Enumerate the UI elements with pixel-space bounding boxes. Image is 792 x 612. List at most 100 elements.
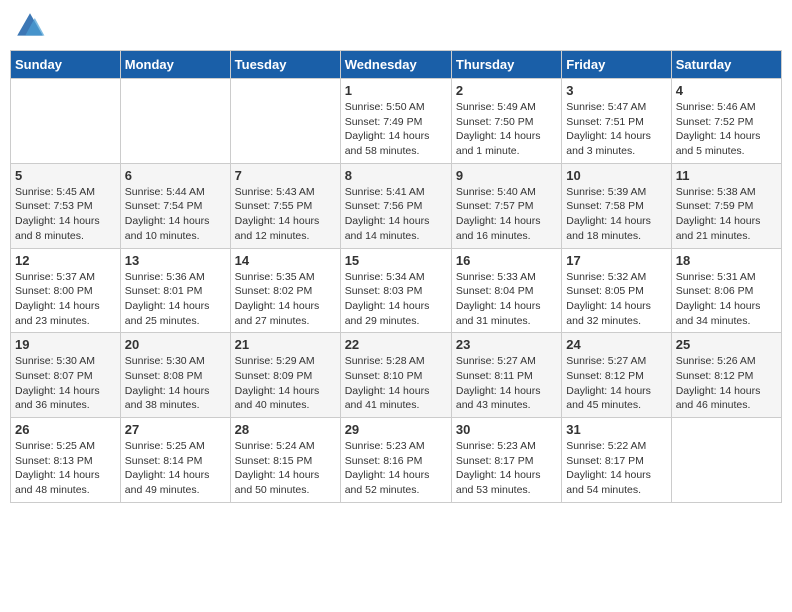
day-info: Sunrise: 5:29 AM Sunset: 8:09 PM Dayligh… [235,354,336,413]
calendar-cell: 2Sunrise: 5:49 AM Sunset: 7:50 PM Daylig… [451,79,561,164]
day-info: Sunrise: 5:27 AM Sunset: 8:12 PM Dayligh… [566,354,666,413]
calendar-cell: 21 Sunrise: 5:29 AM Sunset: 8:09 PM Dayli… [230,333,340,418]
day-number: 3 [566,83,666,98]
day-info: Sunrise: 5:36 AM Sunset: 8:01 PM Dayligh… [125,270,226,329]
day-info: Sunrise: 5:23 AM Sunset: 8:17 PM Dayligh… [456,439,557,498]
day-number: 22 [345,337,447,352]
calendar-cell: 15 Sunrise: 5:34 AM Sunset: 8:03 PM Dayli… [340,248,451,333]
day-number: 27 [125,422,226,437]
day-number: 14 [235,253,336,268]
day-header-sunday: Sunday [11,51,121,79]
day-number: 28 [235,422,336,437]
day-info: Sunrise: 5:39 AM Sunset: 7:58 PM Dayligh… [566,185,666,244]
calendar-cell: 17Sunrise: 5:32 AM Sunset: 8:05 PM Dayli… [562,248,671,333]
day-info: Sunrise: 5:35 AM Sunset: 8:02 PM Dayligh… [235,270,336,329]
day-number: 1 [345,83,447,98]
calendar-cell: 12 Sunrise: 5:37 AM Sunset: 8:00 PM Dayli… [11,248,121,333]
calendar-cell: 27 Sunrise: 5:25 AM Sunset: 8:14 PM Dayli… [120,418,230,503]
day-number: 10 [566,168,666,183]
day-info: Sunrise: 5:25 AM Sunset: 8:13 PM Dayligh… [15,439,116,498]
calendar-cell: 13 Sunrise: 5:36 AM Sunset: 8:01 PM Dayli… [120,248,230,333]
calendar-week-4: 19Sunrise: 5:30 AM Sunset: 8:07 PM Dayli… [11,333,782,418]
day-number: 7 [235,168,336,183]
page-header [10,10,782,42]
day-number: 23 [456,337,557,352]
calendar-cell: 8 Sunrise: 5:41 AM Sunset: 7:56 PM Daylig… [340,163,451,248]
day-header-thursday: Thursday [451,51,561,79]
calendar-table: SundayMondayTuesdayWednesdayThursdayFrid… [10,50,782,503]
day-number: 20 [125,337,226,352]
day-info: Sunrise: 5:50 AM Sunset: 7:49 PM Dayligh… [345,100,447,159]
day-info: Sunrise: 5:22 AM Sunset: 8:17 PM Dayligh… [566,439,666,498]
calendar-cell: 7 Sunrise: 5:43 AM Sunset: 7:55 PM Daylig… [230,163,340,248]
calendar-cell [671,418,781,503]
day-header-tuesday: Tuesday [230,51,340,79]
day-number: 21 [235,337,336,352]
calendar-cell [11,79,121,164]
day-number: 17 [566,253,666,268]
day-number: 9 [456,168,557,183]
day-number: 24 [566,337,666,352]
calendar-cell: 19Sunrise: 5:30 AM Sunset: 8:07 PM Dayli… [11,333,121,418]
calendar-cell: 9Sunrise: 5:40 AM Sunset: 7:57 PM Daylig… [451,163,561,248]
calendar-cell: 20 Sunrise: 5:30 AM Sunset: 8:08 PM Dayli… [120,333,230,418]
day-number: 4 [676,83,777,98]
day-number: 25 [676,337,777,352]
calendar-cell: 1 Sunrise: 5:50 AM Sunset: 7:49 PM Daylig… [340,79,451,164]
day-info: Sunrise: 5:45 AM Sunset: 7:53 PM Dayligh… [15,185,116,244]
day-info: Sunrise: 5:38 AM Sunset: 7:59 PM Dayligh… [676,185,777,244]
calendar-cell [120,79,230,164]
calendar-cell: 26Sunrise: 5:25 AM Sunset: 8:13 PM Dayli… [11,418,121,503]
calendar-cell: 24 Sunrise: 5:27 AM Sunset: 8:12 PM Dayli… [562,333,671,418]
day-header-saturday: Saturday [671,51,781,79]
calendar-cell: 30 Sunrise: 5:23 AM Sunset: 8:17 PM Dayli… [451,418,561,503]
day-info: Sunrise: 5:23 AM Sunset: 8:16 PM Dayligh… [345,439,447,498]
calendar-cell: 28 Sunrise: 5:24 AM Sunset: 8:15 PM Dayli… [230,418,340,503]
calendar-cell: 29 Sunrise: 5:23 AM Sunset: 8:16 PM Dayli… [340,418,451,503]
calendar-cell: 25 Sunrise: 5:26 AM Sunset: 8:12 PM Dayli… [671,333,781,418]
calendar-cell: 18Sunrise: 5:31 AM Sunset: 8:06 PM Dayli… [671,248,781,333]
calendar-cell: 10 Sunrise: 5:39 AM Sunset: 7:58 PM Dayli… [562,163,671,248]
day-info: Sunrise: 5:49 AM Sunset: 7:50 PM Dayligh… [456,100,557,159]
calendar-week-5: 26Sunrise: 5:25 AM Sunset: 8:13 PM Dayli… [11,418,782,503]
day-header-monday: Monday [120,51,230,79]
calendar-week-1: 1 Sunrise: 5:50 AM Sunset: 7:49 PM Daylig… [11,79,782,164]
day-info: Sunrise: 5:26 AM Sunset: 8:12 PM Dayligh… [676,354,777,413]
calendar-cell: 4 Sunrise: 5:46 AM Sunset: 7:52 PM Daylig… [671,79,781,164]
day-info: Sunrise: 5:46 AM Sunset: 7:52 PM Dayligh… [676,100,777,159]
day-info: Sunrise: 5:44 AM Sunset: 7:54 PM Dayligh… [125,185,226,244]
day-info: Sunrise: 5:25 AM Sunset: 8:14 PM Dayligh… [125,439,226,498]
calendar-cell: 5 Sunrise: 5:45 AM Sunset: 7:53 PM Daylig… [11,163,121,248]
calendar-cell: 16Sunrise: 5:33 AM Sunset: 8:04 PM Dayli… [451,248,561,333]
day-info: Sunrise: 5:41 AM Sunset: 7:56 PM Dayligh… [345,185,447,244]
day-number: 13 [125,253,226,268]
day-number: 8 [345,168,447,183]
calendar-cell: 14 Sunrise: 5:35 AM Sunset: 8:02 PM Dayli… [230,248,340,333]
calendar-cell: 6 Sunrise: 5:44 AM Sunset: 7:54 PM Daylig… [120,163,230,248]
calendar-cell: 23Sunrise: 5:27 AM Sunset: 8:11 PM Dayli… [451,333,561,418]
calendar-week-3: 12 Sunrise: 5:37 AM Sunset: 8:00 PM Dayli… [11,248,782,333]
day-info: Sunrise: 5:30 AM Sunset: 8:08 PM Dayligh… [125,354,226,413]
day-header-friday: Friday [562,51,671,79]
calendar-cell: 11 Sunrise: 5:38 AM Sunset: 7:59 PM Dayli… [671,163,781,248]
day-info: Sunrise: 5:28 AM Sunset: 8:10 PM Dayligh… [345,354,447,413]
day-info: Sunrise: 5:34 AM Sunset: 8:03 PM Dayligh… [345,270,447,329]
day-info: Sunrise: 5:43 AM Sunset: 7:55 PM Dayligh… [235,185,336,244]
day-number: 30 [456,422,557,437]
day-number: 18 [676,253,777,268]
day-info: Sunrise: 5:30 AM Sunset: 8:07 PM Dayligh… [15,354,116,413]
calendar-cell: 3Sunrise: 5:47 AM Sunset: 7:51 PM Daylig… [562,79,671,164]
day-number: 31 [566,422,666,437]
day-number: 15 [345,253,447,268]
day-number: 12 [15,253,116,268]
calendar-header-row: SundayMondayTuesdayWednesdayThursdayFrid… [11,51,782,79]
calendar-cell: 22 Sunrise: 5:28 AM Sunset: 8:10 PM Dayli… [340,333,451,418]
day-info: Sunrise: 5:24 AM Sunset: 8:15 PM Dayligh… [235,439,336,498]
calendar-week-2: 5 Sunrise: 5:45 AM Sunset: 7:53 PM Daylig… [11,163,782,248]
day-number: 29 [345,422,447,437]
day-number: 5 [15,168,116,183]
day-info: Sunrise: 5:37 AM Sunset: 8:00 PM Dayligh… [15,270,116,329]
day-number: 11 [676,168,777,183]
day-number: 6 [125,168,226,183]
calendar-cell: 31 Sunrise: 5:22 AM Sunset: 8:17 PM Dayli… [562,418,671,503]
